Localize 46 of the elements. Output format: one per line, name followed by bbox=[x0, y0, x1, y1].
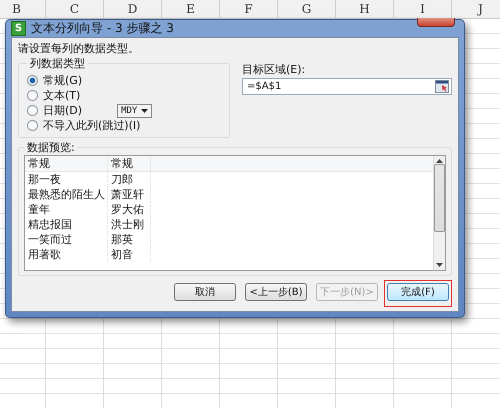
column-header[interactable]: D bbox=[104, 0, 162, 18]
radio-button[interactable] bbox=[27, 105, 38, 116]
field-label: 目标区域(E): bbox=[242, 62, 306, 77]
radio-button[interactable] bbox=[27, 75, 38, 86]
dialog-button[interactable]: 完成(F) bbox=[387, 283, 449, 301]
table-cell-text: 精忠报国 bbox=[27, 217, 73, 232]
window-title: 文本分列向导 - 3 步骤之 3 bbox=[31, 20, 174, 37]
table-cell-text: 一笑而过 bbox=[27, 232, 73, 247]
radio-label[interactable]: 不导入此列(跳过)(I) bbox=[43, 118, 140, 133]
table-cell-text: 那一夜 bbox=[27, 172, 62, 187]
scroll-thumb[interactable] bbox=[434, 164, 445, 232]
instruction-text: 请设置每列的数据类型。 bbox=[18, 42, 140, 56]
group-title: 列数据类型 bbox=[29, 56, 86, 71]
radio-label[interactable]: 文本(T) bbox=[43, 88, 80, 103]
table-cell: 那英 bbox=[107, 232, 151, 247]
column-header: 常规 bbox=[107, 156, 151, 171]
group-title: 数据预览: bbox=[26, 140, 76, 155]
column-header[interactable]: B bbox=[0, 0, 46, 18]
table-cell: 刀郎 bbox=[107, 172, 151, 187]
table-cell: 初音 bbox=[107, 247, 151, 262]
column-header[interactable]: H bbox=[336, 0, 394, 18]
table-cell: 洪士刚 bbox=[107, 217, 151, 232]
column-header[interactable]: E bbox=[162, 0, 220, 18]
app-icon: S bbox=[11, 21, 26, 36]
close-button[interactable] bbox=[417, 18, 455, 27]
caret-icon bbox=[141, 108, 148, 112]
column-header[interactable]: C bbox=[46, 0, 104, 18]
table-cell-text: 童年 bbox=[27, 202, 51, 217]
date-format-dropdown[interactable]: MDY bbox=[117, 104, 152, 118]
radio-button[interactable] bbox=[27, 120, 38, 131]
scroll-down-icon[interactable] bbox=[436, 263, 443, 267]
dialog-button[interactable]: 取消 bbox=[174, 283, 236, 301]
radio-label[interactable]: 日期(D) bbox=[43, 103, 82, 118]
radio-button[interactable] bbox=[27, 90, 38, 101]
column-header: 常规 bbox=[27, 156, 51, 171]
radio-label[interactable]: 常规(G) bbox=[43, 73, 82, 88]
column-header[interactable]: F bbox=[220, 0, 278, 18]
column-header[interactable]: G bbox=[278, 0, 336, 18]
range-picker-icon[interactable] bbox=[435, 80, 449, 93]
table-cell-text: 用著歌 bbox=[27, 247, 62, 262]
table-cell: 萧亚轩 bbox=[107, 187, 151, 202]
destination-field[interactable]: =$A$1 bbox=[242, 78, 452, 95]
dialog-button[interactable]: <上一步(B) bbox=[245, 283, 307, 301]
table-cell: 罗大佑 bbox=[107, 202, 151, 217]
table-cell-text: 最熟悉的陌生人 bbox=[27, 187, 106, 202]
vertical-scrollbar[interactable] bbox=[433, 156, 445, 270]
